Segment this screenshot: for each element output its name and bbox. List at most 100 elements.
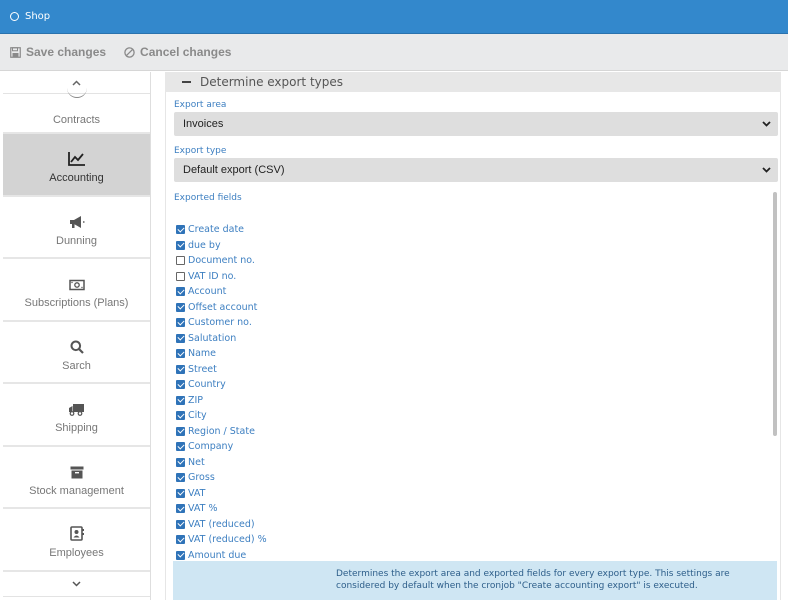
exported-field-label: Document no.	[188, 255, 255, 267]
sidebar-item-contracts[interactable]: Contracts	[3, 94, 150, 134]
sidebar-item-label: Accounting	[49, 172, 104, 185]
export-type-label: Export type	[174, 146, 227, 156]
checkbox-checked-icon[interactable]	[176, 550, 185, 560]
search-icon	[70, 332, 84, 354]
sidebar-item-search[interactable]: Sarch	[3, 322, 150, 384]
exported-field-label: VAT	[188, 487, 206, 499]
section-panel: Export area Invoices Export type Default…	[165, 92, 781, 600]
app-title: Shop	[25, 11, 51, 22]
app-titlebar: Shop	[0, 0, 788, 34]
collapse-icon	[182, 81, 191, 83]
fields-scrollbar[interactable]	[773, 192, 777, 436]
exported-field-label: VAT ID no.	[188, 270, 237, 282]
checkbox-checked-icon[interactable]	[176, 488, 185, 498]
exported-field-label: Customer no.	[188, 317, 252, 329]
info-box: Determines the export area and exported …	[173, 561, 777, 600]
exported-field-label: Region / State	[188, 425, 255, 437]
checkbox-checked-icon[interactable]	[176, 442, 185, 452]
sidebar-item-label: Employees	[49, 547, 104, 560]
exported-field-checkbox[interactable]: Document no.	[176, 253, 267, 269]
exported-field-checkbox[interactable]: Account	[176, 284, 267, 300]
sidebar-item-employees[interactable]: Employees	[3, 509, 150, 572]
exported-field-label: Net	[188, 456, 205, 468]
sidebar-item-stock-management[interactable]: Stock management	[3, 447, 150, 509]
exported-field-checkbox[interactable]: due by	[176, 238, 267, 254]
cancel-changes-label: Cancel changes	[140, 45, 232, 59]
exported-field-checkbox[interactable]: Name	[176, 346, 267, 362]
exported-field-checkbox[interactable]: Offset account	[176, 300, 267, 316]
megaphone-icon	[69, 207, 85, 229]
sidebar-item-label: Stock management	[29, 484, 124, 497]
exported-field-label: VAT %	[188, 503, 218, 515]
checkbox-checked-icon[interactable]	[176, 302, 185, 312]
checkbox-checked-icon[interactable]	[176, 504, 185, 514]
address-book-icon	[69, 519, 84, 542]
exported-field-checkbox[interactable]: Company	[176, 439, 267, 455]
checkbox-unchecked-icon[interactable]	[176, 271, 185, 281]
exported-field-checkbox[interactable]: Net	[176, 455, 267, 471]
checkbox-checked-icon[interactable]	[176, 411, 185, 421]
checkbox-checked-icon[interactable]	[176, 225, 185, 235]
exported-field-checkbox[interactable]: Salutation	[176, 331, 267, 347]
save-changes-button[interactable]: Save changes	[10, 45, 106, 59]
exported-field-checkbox[interactable]: VAT ID no.	[176, 269, 267, 285]
ban-icon	[124, 46, 135, 58]
section-header[interactable]: Determine export types	[165, 72, 781, 92]
exported-field-checkbox[interactable]: VAT	[176, 486, 267, 502]
sidebar-item-dunning[interactable]: Dunning	[3, 197, 150, 259]
exported-field-label: ZIP	[188, 394, 204, 406]
archive-icon	[70, 457, 84, 479]
exported-field-checkbox[interactable]: ZIP	[176, 393, 267, 409]
exported-fields-label: Exported fields	[174, 193, 242, 203]
checkbox-checked-icon[interactable]	[176, 395, 185, 405]
exported-fields-list: Create date due by Document no. VAT ID no. A…	[176, 222, 267, 563]
checkbox-checked-icon[interactable]	[176, 333, 185, 343]
chevron-down-icon	[72, 580, 81, 587]
checkbox-checked-icon[interactable]	[176, 287, 185, 297]
exported-field-checkbox[interactable]: VAT (reduced)	[176, 517, 267, 533]
exported-field-checkbox[interactable]: Country	[176, 377, 267, 393]
checkbox-unchecked-icon[interactable]	[176, 256, 185, 266]
sidebar-item-accounting[interactable]: Accounting	[3, 134, 150, 197]
export-area-label: Export area	[174, 100, 227, 110]
checkbox-checked-icon[interactable]	[176, 457, 185, 467]
exported-field-checkbox[interactable]: Customer no.	[176, 315, 267, 331]
exported-field-checkbox[interactable]: VAT %	[176, 501, 267, 517]
chevron-up-icon	[72, 79, 81, 86]
checkbox-checked-icon[interactable]	[176, 240, 185, 250]
exported-field-checkbox[interactable]: Region / State	[176, 424, 267, 440]
checkbox-checked-icon[interactable]	[176, 473, 185, 483]
sidebar-item-subscriptions[interactable]: Subscriptions (Plans)	[3, 259, 150, 322]
toolbar: Save changes Cancel changes	[0, 34, 788, 71]
sidebar-item-label: Contracts	[52, 114, 101, 126]
truck-icon	[68, 394, 85, 417]
cancel-changes-button[interactable]: Cancel changes	[124, 45, 231, 59]
exported-field-label: VAT (reduced) %	[188, 534, 267, 546]
exported-field-label: Company	[188, 441, 234, 453]
contracts-icon	[66, 88, 87, 98]
save-changes-label: Save changes	[26, 45, 107, 59]
exported-field-checkbox[interactable]: Gross	[176, 470, 267, 486]
exported-field-checkbox[interactable]: City	[176, 408, 267, 424]
export-area-select[interactable]: Invoices	[174, 112, 778, 136]
export-type-select[interactable]: Default export (CSV)	[174, 158, 778, 182]
exported-field-checkbox[interactable]: Street	[176, 362, 267, 378]
exported-field-checkbox[interactable]: VAT (reduced) %	[176, 532, 267, 548]
exported-field-label: Gross	[188, 472, 215, 484]
checkbox-checked-icon[interactable]	[176, 349, 185, 359]
sidebar-item-label: Sarch	[62, 359, 91, 372]
checkbox-checked-icon[interactable]	[176, 535, 185, 545]
exported-field-checkbox[interactable]: Create date	[176, 222, 267, 238]
sidebar-item-shipping[interactable]: Shipping	[3, 384, 150, 447]
checkbox-checked-icon[interactable]	[176, 364, 185, 374]
checkbox-checked-icon[interactable]	[176, 426, 185, 436]
sidebar-scroll-down-button[interactable]	[3, 572, 150, 597]
chevron-down-icon	[762, 167, 771, 173]
sidebar-item-label: Subscriptions (Plans)	[24, 297, 129, 310]
checkbox-checked-icon[interactable]	[176, 318, 185, 328]
checkbox-checked-icon[interactable]	[176, 380, 185, 390]
exported-field-label: Amount due	[188, 549, 247, 561]
checkbox-checked-icon[interactable]	[176, 519, 185, 529]
exported-field-label: Street	[188, 363, 217, 375]
export-area-value: Invoices	[183, 118, 224, 130]
